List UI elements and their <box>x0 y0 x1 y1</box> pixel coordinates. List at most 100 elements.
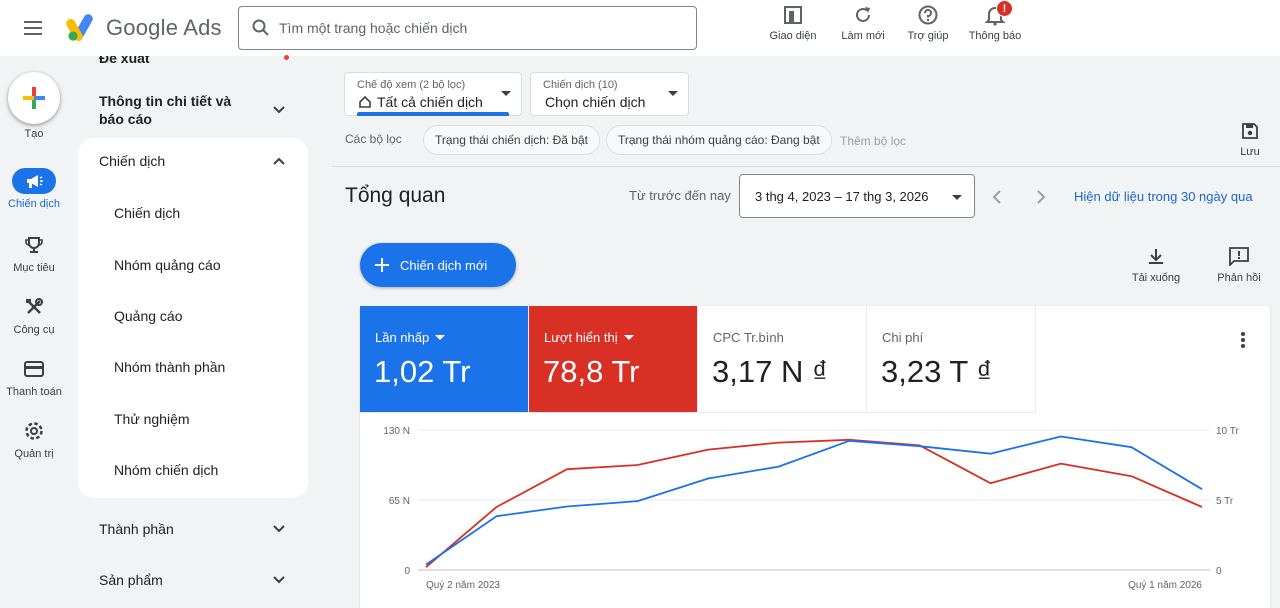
last-30-days-link[interactable]: Hiện dữ liệu trong 30 ngày qua <box>1074 189 1253 204</box>
nav-item-products[interactable]: Sản phẩm <box>78 569 308 591</box>
nav-sub-ad-groups[interactable]: Nhóm quảng cáo <box>114 257 221 273</box>
x-tick-label-end: Quý 1 năm 2026 <box>1128 580 1202 591</box>
download-icon <box>1149 249 1163 264</box>
help-button[interactable]: Trợ giúp <box>902 4 954 52</box>
new-campaign-button[interactable]: Chiến dịch mới <box>360 243 516 287</box>
more-options-icon[interactable] <box>1234 330 1252 350</box>
filter-chip-adgroup-status[interactable]: Trạng thái nhóm quảng cáo: Đang bật <box>606 125 832 155</box>
filter-chip-campaign-status[interactable]: Trạng thái chiến dịch: Đã bật <box>423 125 600 155</box>
megaphone-icon <box>27 175 43 188</box>
caret-down-icon <box>952 195 962 200</box>
appearance-icon <box>784 6 802 24</box>
y-left-tick-label: 130 N <box>383 426 410 437</box>
refresh-button[interactable]: Làm mới <box>836 4 890 52</box>
help-label: Trợ giúp <box>907 30 949 42</box>
rail-label-goals: Mục tiêu <box>13 262 55 274</box>
rail-icon-wrap <box>12 294 56 320</box>
campaign-selector-value: Chọn chiến dịch <box>545 94 646 110</box>
performance-line-chart: 0 0 65 N 5 Tr 130 N 10 Tr Quý 2 năm 2023 Quý 1 … <box>383 426 1239 591</box>
help-icon <box>918 5 938 25</box>
chevron-down-icon <box>273 576 285 584</box>
chevron-down-icon <box>273 525 285 533</box>
y-right-tick-label: 0 <box>1216 566 1222 577</box>
bell-wrapper: ! <box>966 0 1024 26</box>
gear-icon <box>25 422 43 440</box>
y-left-tick-label: 65 N <box>389 496 410 507</box>
home-icon <box>359 95 371 108</box>
appearance-label: Giao diện <box>769 30 817 42</box>
metric-impressions-value: 78,8 Tr <box>543 354 640 389</box>
nav-item-insights[interactable]: Thông tin chi tiết và báo cáo <box>78 92 308 128</box>
refresh-label: Làm mới <box>841 30 885 42</box>
chevron-right-icon[interactable] <box>1029 185 1053 209</box>
metric-clicks[interactable]: Lần nhấp 1,02 Tr <box>360 306 529 413</box>
metric-impressions[interactable]: Lượt hiển thị 78,8 Tr <box>529 306 698 413</box>
performance-card: Lần nhấp 1,02 Tr Lượt hiển thị 78,8 Tr C… <box>360 306 1270 608</box>
filters-label: Các bộ lọc <box>345 132 402 146</box>
top-bar: Google Ads Giao diện Làm mới Trợ giúp ! … <box>0 0 1280 56</box>
metric-impressions-name: Lượt hiển thị <box>544 330 634 345</box>
rail-icon-wrap <box>12 232 56 258</box>
recommendations-dot <box>284 55 289 60</box>
feedback-icon <box>1229 247 1249 266</box>
rail-label-admin: Quản trị <box>14 448 54 460</box>
metric-avg-cpc[interactable]: CPC Tr.bình 3,17 N ₫ <box>698 306 867 413</box>
y-right-tick-label: 5 Tr <box>1216 496 1234 507</box>
appearance-button[interactable]: Giao diện <box>766 4 820 52</box>
rail-item-admin[interactable]: Quản trị <box>0 418 68 460</box>
create-label: Tạo <box>24 128 44 140</box>
metric-clicks-label: Lần nhấp <box>375 330 430 345</box>
rail-item-campaigns[interactable]: Chiến dịch <box>0 168 68 210</box>
chevron-down-icon <box>273 106 285 114</box>
chevron-left-icon[interactable] <box>985 185 1009 209</box>
nav-item-assets[interactable]: Thành phần <box>78 518 308 540</box>
refresh-icon <box>856 7 870 22</box>
add-filter-button[interactable]: Thêm bộ lọc <box>840 134 906 148</box>
view-selector-value: Tất cả chiến dịch <box>377 94 483 110</box>
metric-clicks-value: 1,02 Tr <box>374 354 471 389</box>
plus-icon <box>375 258 389 272</box>
metric-clicks-name: Lần nhấp <box>375 330 446 345</box>
campaign-selector[interactable]: Chiến dịch (10) Chọn chiến dịch <box>530 72 689 116</box>
date-range-value: 3 thg 4, 2023 – 17 thg 3, 2026 <box>755 189 929 204</box>
rail-label-tools: Công cụ <box>13 324 55 336</box>
metric-avg-cpc-label: CPC Tr.bình <box>713 330 784 345</box>
toolbar-divider <box>332 166 1280 167</box>
metric-cost-value: 3,23 T ₫ <box>881 354 993 389</box>
save-button[interactable]: Lưu <box>1234 122 1266 158</box>
x-tick-label-start: Quý 2 năm 2023 <box>426 580 500 591</box>
download-button[interactable]: Tải xuống <box>1126 246 1186 284</box>
rail-label-campaigns: Chiến dịch <box>8 198 60 210</box>
rail-item-tools[interactable]: Công cụ <box>0 294 68 336</box>
trophy-icon <box>25 237 43 253</box>
main-content: Chế độ xem (2 bộ lọc) Tất cả chiến dịch … <box>332 56 1280 608</box>
search-box[interactable] <box>238 6 697 50</box>
nav-sub-experiments[interactable]: Thử nghiệm <box>114 411 190 427</box>
main-menu-button[interactable] <box>18 14 48 42</box>
date-range-picker[interactable]: 3 thg 4, 2023 – 17 thg 3, 2026 <box>739 174 975 218</box>
left-rail: Tạo Chiến dịch Mục tiêu Công cụ Thanh to… <box>0 56 68 608</box>
rail-item-goals[interactable]: Mục tiêu <box>0 232 68 274</box>
create-button[interactable] <box>8 72 60 124</box>
nav-sub-campaigns[interactable]: Chiến dịch <box>114 205 180 221</box>
nav-products-label: Sản phẩm <box>99 572 163 588</box>
credit-card-icon <box>24 361 44 377</box>
caret-down-icon <box>501 91 511 96</box>
metric-cost[interactable]: Chi phí 3,23 T ₫ <box>867 306 1036 413</box>
notifications-button[interactable]: ! Thông báo <box>966 0 1024 52</box>
date-range-label: Từ trước đến nay <box>629 188 731 203</box>
view-selector-underline <box>357 112 509 116</box>
nav-sub-campaign-groups[interactable]: Nhóm chiến dịch <box>114 462 218 478</box>
view-selector[interactable]: Chế độ xem (2 bộ lọc) Tất cả chiến dịch <box>344 72 522 116</box>
nav-group-campaigns[interactable]: Chiến dịch <box>78 150 308 172</box>
notification-badge: ! <box>996 0 1013 17</box>
nav-sub-asset-groups[interactable]: Nhóm thành phần <box>114 359 225 375</box>
feedback-button[interactable]: Phản hồi <box>1212 246 1266 284</box>
notifications-label: Thông báo <box>968 30 1022 42</box>
rail-item-billing[interactable]: Thanh toán <box>0 356 68 398</box>
nav-sub-ads[interactable]: Quảng cáo <box>114 308 183 324</box>
brand-name: Google Ads <box>106 15 222 40</box>
nav-assets-label: Thành phần <box>99 521 174 537</box>
search-input[interactable] <box>279 20 679 36</box>
nav-campaigns-group-label: Chiến dịch <box>99 153 166 169</box>
